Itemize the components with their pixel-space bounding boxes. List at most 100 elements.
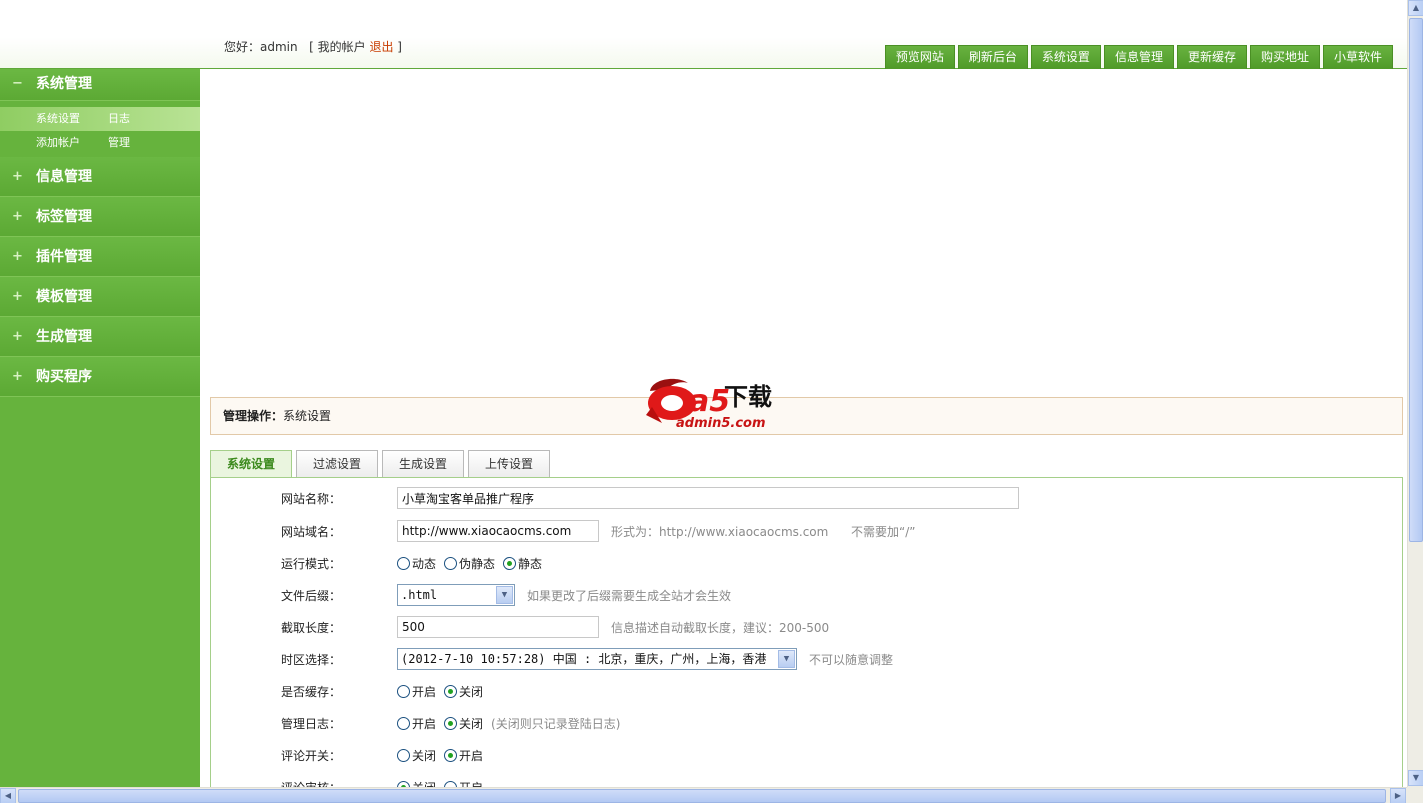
radio-log-off[interactable]: 关闭 [444, 715, 483, 732]
submenu-add-account[interactable]: 添加帐户 [36, 131, 108, 155]
chevron-down-icon[interactable]: ▼ [778, 650, 795, 668]
submenu-row-2: 添加帐户 管理 [0, 131, 200, 155]
radio-cache-on[interactable]: 开启 [397, 683, 436, 700]
menu-label: 标签管理 [36, 209, 92, 225]
menu-plugin-management[interactable]: + 插件管理 [0, 237, 200, 277]
tab-generate-settings[interactable]: 生成设置 [382, 450, 465, 478]
menu-label: 购买程序 [36, 369, 92, 385]
admin-log-label: 管理日志： [281, 717, 342, 731]
row-admin-log: 管理日志： 开启 关闭 (关闭则只记录登陆日志) [211, 709, 1404, 737]
cut-length-label: 截取长度： [281, 621, 342, 635]
nav-system-settings[interactable]: 系统设置 [1030, 45, 1101, 69]
site-domain-input[interactable] [397, 520, 599, 542]
radio-circle-icon [397, 749, 410, 762]
submenu-row-1: 系统设置 日志 [0, 107, 200, 131]
logout-link[interactable]: 退出 [369, 40, 393, 54]
radio-checked-icon [444, 749, 458, 762]
minus-icon: − [12, 76, 23, 91]
horizontal-scrollbar[interactable]: ◀ ▶ [0, 787, 1407, 803]
chevron-down-icon[interactable]: ▼ [496, 586, 513, 604]
horizontal-scroll-thumb[interactable] [18, 789, 1386, 803]
tab-upload-settings[interactable]: 上传设置 [468, 450, 551, 478]
settings-tabs: 系统设置 过滤设置 生成设置 上传设置 [210, 450, 554, 478]
submenu-log[interactable]: 日志 [108, 107, 130, 131]
operation-bar: 管理操作：系统设置 [210, 397, 1403, 435]
radio-label: 开启 [412, 717, 437, 731]
cut-length-input[interactable] [397, 616, 599, 638]
plus-icon: + [12, 169, 23, 184]
radio-static[interactable]: 静态 [503, 555, 542, 572]
file-suffix-select[interactable]: .html ▼ [397, 584, 515, 606]
menu-label: 信息管理 [36, 169, 92, 185]
plus-icon: + [12, 329, 23, 344]
row-file-suffix: 文件后缀： .html ▼ 如果更改了后缀需要生成全站才会生效 [211, 581, 1404, 609]
submenu-system-settings[interactable]: 系统设置 [36, 107, 108, 131]
menu-system-management[interactable]: − 系统管理 [0, 69, 200, 101]
sidebar: − 系统管理 系统设置 日志 添加帐户 管理 + 信息管理 + 标签管理 + 插… [0, 69, 200, 787]
menu-info-management[interactable]: + 信息管理 [0, 157, 200, 197]
site-name-input[interactable] [397, 487, 1019, 509]
main-content: 管理操作：系统设置 a5 下载 admin5.com 系统设置 过滤设置 生成设… [210, 69, 1404, 797]
nav-purchase-address[interactable]: 购买地址 [1249, 45, 1320, 69]
radio-dynamic[interactable]: 动态 [397, 555, 436, 572]
radio-label: 关闭 [412, 749, 437, 763]
radio-label: 伪静态 [459, 557, 496, 571]
system-submenu: 系统设置 日志 添加帐户 管理 [0, 101, 200, 157]
comment-radio-group: 关闭 开启 [397, 747, 491, 764]
my-account-link[interactable]: 我的帐户 [318, 40, 366, 54]
operation-current: 系统设置 [283, 409, 332, 423]
radio-circle-icon [397, 557, 410, 570]
cut-length-hint: 信息描述自动截取长度，建议：200-500 [611, 621, 830, 635]
top-header: 您好：admin [ 我的帐户 退出 ] 预览网站 刷新后台 系统设置 信息管理… [0, 0, 1407, 69]
nav-preview-site[interactable]: 预览网站 [884, 45, 955, 69]
file-suffix-value: .html [401, 588, 438, 602]
radio-pseudo-static[interactable]: 伪静态 [444, 555, 495, 572]
row-cache: 是否缓存： 开启 关闭 [211, 677, 1404, 705]
site-domain-hint-2: 不需要加“/” [851, 525, 916, 539]
timezone-label: 时区选择： [281, 653, 342, 667]
radio-circle-icon [397, 685, 410, 698]
radio-label: 关闭 [459, 685, 484, 699]
submenu-manage[interactable]: 管理 [108, 131, 130, 155]
menu-generate-management[interactable]: + 生成管理 [0, 317, 200, 357]
radio-label: 开启 [412, 685, 437, 699]
admin-log-radio-group: 开启 关闭 (关闭则只记录登陆日志) [397, 715, 620, 732]
timezone-select[interactable]: (2012-7-10 10:57:28) 中国 : 北京，重庆，广州，上海，香港… [397, 648, 797, 670]
scroll-up-icon[interactable]: ▲ [1408, 0, 1423, 16]
admin-log-note: (关闭则只记录登陆日志) [491, 717, 621, 731]
tab-system-settings[interactable]: 系统设置 [210, 450, 293, 478]
logo-domain: admin5.com [676, 416, 766, 431]
radio-comment-on[interactable]: 开启 [444, 747, 483, 764]
cache-radio-group: 开启 关闭 [397, 683, 491, 700]
site-domain-hint: 形式为：http://www.xiaocaocms.com [611, 525, 829, 539]
menu-template-management[interactable]: + 模板管理 [0, 277, 200, 317]
nav-refresh-backend[interactable]: 刷新后台 [957, 45, 1028, 69]
vertical-scrollbar[interactable]: ▲ ▼ [1407, 0, 1423, 787]
row-run-mode: 运行模式： 动态 伪静态 静态 [211, 549, 1404, 577]
run-mode-label: 运行模式： [281, 557, 342, 571]
radio-log-on[interactable]: 开启 [397, 715, 436, 732]
radio-comment-off[interactable]: 关闭 [397, 747, 436, 764]
menu-label: 模板管理 [36, 289, 92, 305]
a5-logo: a5 下载 admin5.com [646, 378, 772, 431]
timezone-value: (2012-7-10 10:57:28) 中国 : 北京，重庆，广州，上海，香港 [401, 652, 767, 666]
scroll-down-icon[interactable]: ▼ [1408, 770, 1423, 786]
vertical-scroll-thumb[interactable] [1409, 18, 1423, 542]
timezone-hint: 不可以随意调整 [809, 653, 894, 667]
radio-circle-icon [397, 717, 410, 730]
nav-xiaocao-software[interactable]: 小草软件 [1322, 45, 1393, 69]
radio-cache-off[interactable]: 关闭 [444, 683, 483, 700]
tab-filter-settings[interactable]: 过滤设置 [296, 450, 379, 478]
scroll-left-icon[interactable]: ◀ [0, 788, 16, 803]
radio-checked-icon [503, 557, 517, 570]
menu-tag-management[interactable]: + 标签管理 [0, 197, 200, 237]
username: admin [260, 40, 298, 54]
row-cut-length: 截取长度： 信息描述自动截取长度，建议：200-500 [211, 613, 1404, 641]
file-suffix-hint: 如果更改了后缀需要生成全站才会生效 [527, 589, 732, 603]
scroll-right-icon[interactable]: ▶ [1390, 788, 1406, 803]
menu-buy-program[interactable]: + 购买程序 [0, 357, 200, 397]
menu-label: 插件管理 [36, 249, 92, 265]
bracket-open: [ [309, 40, 314, 54]
nav-update-cache[interactable]: 更新缓存 [1176, 45, 1247, 69]
nav-info-management[interactable]: 信息管理 [1103, 45, 1174, 69]
